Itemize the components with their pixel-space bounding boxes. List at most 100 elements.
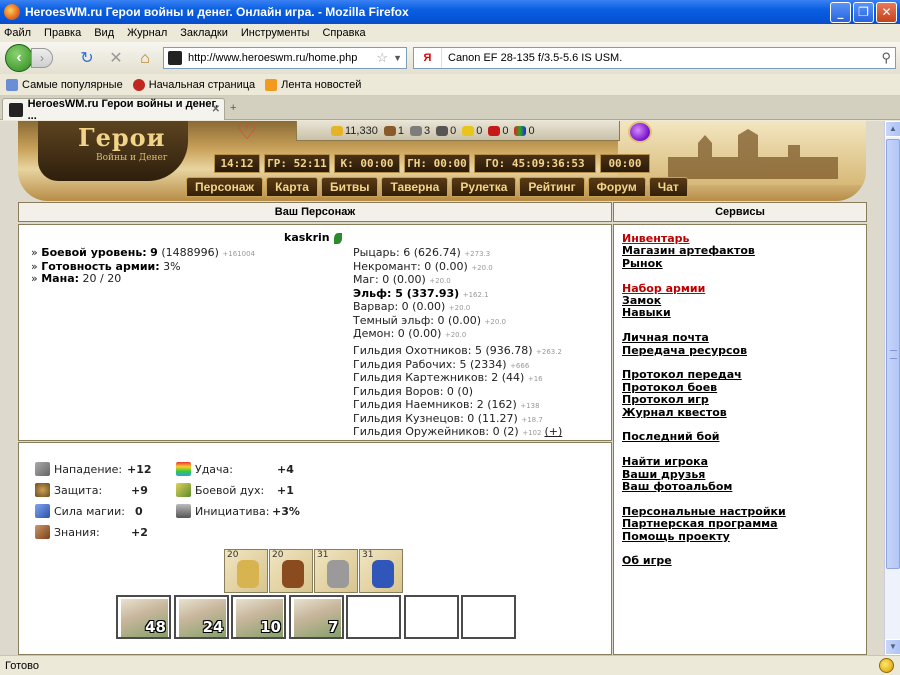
nav-character[interactable]: Персонаж — [186, 177, 264, 197]
site-favicon-icon — [168, 51, 182, 65]
faction-text: Рыцарь: 6 (626.74) — [353, 246, 461, 259]
service-link[interactable]: Навыки — [622, 307, 786, 320]
service-link[interactable]: Магазин артефактов — [622, 244, 786, 257]
new-tab-button[interactable]: + — [230, 102, 236, 114]
nav-tavern[interactable]: Таверна — [381, 177, 449, 197]
nav-roulette[interactable]: Рулетка — [451, 177, 517, 197]
menu-view[interactable]: Вид — [94, 27, 114, 39]
smiley-icon[interactable] — [879, 658, 894, 673]
minimize-button[interactable]: _ — [830, 2, 851, 23]
faction-text: Темный эльф: 0 (0.00) — [353, 313, 482, 327]
bookmark-most-visited[interactable]: Самые популярные — [6, 78, 123, 91]
tab-close-icon[interactable]: ✕ — [212, 104, 220, 115]
artifact-slot[interactable]: 20 — [269, 549, 313, 593]
nav-map[interactable]: Карта — [266, 177, 318, 197]
scroll-thumb[interactable] — [886, 139, 900, 569]
url-dropdown-icon[interactable]: ▼ — [393, 53, 402, 63]
search-input[interactable]: Canon EF 28-135 f/3.5-5.6 IS USM. — [448, 52, 622, 64]
search-icon[interactable]: ⚲ — [881, 50, 891, 66]
menu-bookmarks[interactable]: Закладки — [180, 27, 228, 39]
service-link[interactable]: Помощь проекту — [622, 530, 786, 543]
service-link[interactable]: Передача ресурсов — [622, 344, 786, 357]
service-link[interactable]: Ваш фотоальбом — [622, 480, 786, 493]
service-link[interactable]: Найти игрока — [622, 455, 786, 468]
defense-label: Защита: — [54, 483, 103, 497]
heart-icon[interactable]: ♡ — [232, 121, 262, 145]
morale-stat: Боевой дух: +1 — [176, 483, 294, 497]
service-link[interactable]: Рынок — [622, 257, 786, 270]
gold-value: 11,330 — [345, 124, 378, 137]
guild-line: Гильдия Кузнецов: 0 (11.27) +18.7 — [353, 412, 562, 427]
scroll-up-icon[interactable]: ▲ — [885, 121, 900, 137]
bookmark-start-page[interactable]: Начальная страница — [132, 78, 255, 91]
service-link[interactable]: Личная почта — [622, 331, 786, 344]
url-bar[interactable]: http://www.heroeswm.ru/home.php ☆ ▼ — [163, 47, 407, 69]
tab-heroeswm[interactable]: HeroesWM.ru Герои войны и денег. ... ✕ — [2, 98, 225, 122]
faction-gain: +20.0 — [444, 331, 467, 339]
heroes-logo[interactable]: Герои Войны и Денег — [38, 121, 188, 181]
hourglass-icon — [176, 504, 191, 518]
empty-army-slot[interactable] — [403, 595, 459, 639]
spellpower-stat: Сила магии: 0 — [35, 504, 143, 518]
artifact-slot[interactable]: 31 — [359, 549, 403, 593]
army-unit-slot[interactable]: 48 — [116, 595, 171, 639]
services-heading: Сервисы — [613, 202, 867, 222]
guild-gain: +18.7 — [521, 415, 543, 424]
empty-army-slot[interactable] — [346, 595, 401, 639]
window-title-bar: HeroesWM.ru Герои войны и денег. Онлайн … — [0, 0, 900, 24]
reload-icon[interactable]: ↻ — [77, 49, 97, 69]
time-bar: 14:12 ГР: 52:11 К: 00:00 ГН: 00:00 ГО: 4… — [214, 154, 678, 173]
empty-army-slot[interactable] — [461, 595, 516, 639]
menu-history[interactable]: Журнал — [127, 27, 167, 39]
guild-text: Гильдия Картежников: 2 (44) — [353, 371, 525, 384]
nav-chat[interactable]: Чат — [648, 177, 688, 197]
bookmark-star-icon[interactable]: ☆ — [376, 50, 388, 66]
service-link[interactable]: Журнал квестов — [622, 406, 786, 419]
wood-value: 1 — [397, 124, 404, 137]
back-button[interactable]: ‹ — [5, 44, 33, 72]
logo-text: Герои — [78, 123, 166, 152]
service-link[interactable]: Последний бой — [622, 431, 786, 444]
faction-text: Маг: 0 (0.00) — [353, 273, 426, 286]
artifact-slot[interactable]: 20 — [224, 549, 268, 593]
stop-icon[interactable]: ✕ — [106, 49, 126, 69]
nav-rating[interactable]: Рейтинг — [519, 177, 585, 197]
unit-count: 48 — [145, 618, 166, 636]
page-scrollbar[interactable]: ▲ ▼ — [884, 121, 900, 655]
service-link[interactable]: Протокол передач — [622, 369, 786, 382]
spellpower-label: Сила магии: — [54, 504, 125, 518]
scroll-down-icon[interactable]: ▼ — [885, 639, 900, 655]
menu-tools[interactable]: Инструменты — [241, 27, 310, 39]
faction-gain: +20.0 — [429, 277, 451, 285]
home-icon[interactable]: ⌂ — [135, 49, 155, 69]
menu-help[interactable]: Справка — [322, 27, 365, 39]
bookmark-news-feed[interactable]: Лента новостей — [265, 78, 361, 91]
army-unit-slot[interactable]: 24 — [173, 595, 229, 639]
rss-icon — [265, 78, 278, 91]
guild-line: Гильдия Рабочих: 5 (2334) +666 — [353, 358, 562, 373]
nav-forum[interactable]: Форум — [587, 177, 646, 197]
faction-list: Рыцарь: 6 (626.74) +273.3 Некромант: 0 (0… — [353, 246, 506, 342]
status-bar: Готово — [0, 655, 900, 675]
search-bar[interactable]: Я Canon EF 28-135 f/3.5-5.6 IS USM. ⚲ — [413, 47, 896, 69]
character-name[interactable]: kaskrin — [284, 231, 330, 244]
armor-icon — [282, 560, 304, 588]
close-button[interactable]: ✕ — [876, 2, 897, 23]
unit-count: 10 — [260, 618, 281, 636]
character-name-row: kaskrin — [284, 231, 342, 244]
service-link[interactable]: Партнерская программа — [622, 517, 786, 530]
service-link[interactable]: Об игре — [622, 555, 786, 568]
defense-icon — [35, 483, 50, 497]
menu-file[interactable]: Файл — [4, 27, 31, 39]
mana-orb-icon[interactable] — [628, 121, 652, 143]
service-link[interactable]: Протокол игр — [622, 393, 786, 406]
army-unit-slot[interactable]: 7 — [288, 595, 344, 639]
menu-edit[interactable]: Правка — [44, 27, 81, 39]
artifact-slot[interactable]: 31 — [314, 549, 358, 593]
army-unit-slot[interactable]: 10 — [231, 595, 286, 639]
nav-battles[interactable]: Битвы — [320, 177, 379, 197]
guild-expand-button[interactable]: (+) — [544, 425, 562, 438]
maximize-button[interactable]: ❐ — [853, 2, 874, 23]
search-engine-icon[interactable]: Я — [414, 48, 442, 68]
forward-button[interactable]: › — [31, 48, 53, 68]
